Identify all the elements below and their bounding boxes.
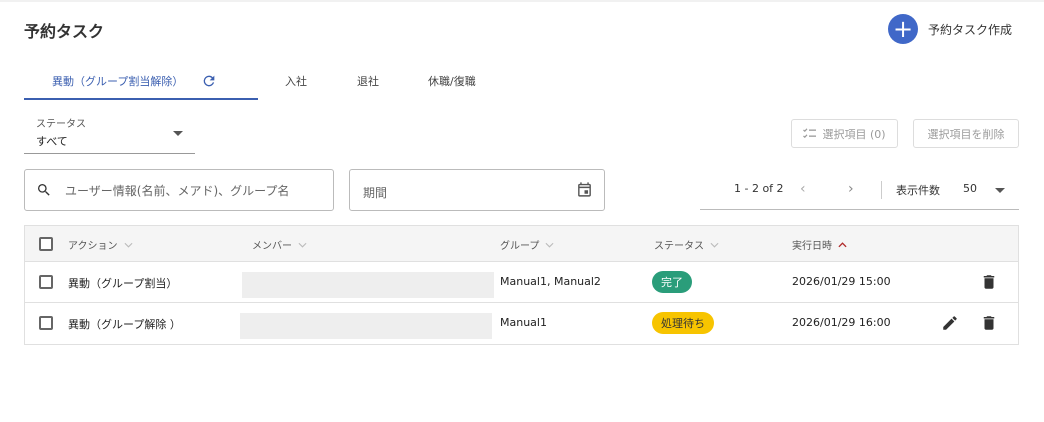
create-reserved-task-button[interactable]: + 予約タスク作成: [888, 14, 1012, 44]
status-filter-select[interactable]: ステータス すべて: [24, 112, 195, 154]
create-reserved-task-label: 予約タスク作成: [928, 22, 1013, 37]
table-header: アクション メンバー グループ ステータス 実行日時: [25, 226, 1018, 262]
period-field[interactable]: 期間: [349, 169, 605, 211]
column-header-member[interactable]: メンバー: [252, 237, 307, 252]
row-datetime: 2026/01/29 16:00: [792, 316, 891, 329]
tab-leave[interactable]: 退社: [357, 62, 379, 100]
column-header-action[interactable]: アクション: [68, 237, 133, 252]
column-header-group[interactable]: グループ: [500, 237, 554, 252]
column-header-datetime-label: 実行日時: [792, 241, 832, 252]
row-action: 異動（グループ割当）: [68, 277, 178, 290]
status-badge: 完了: [652, 271, 692, 293]
tab-join[interactable]: 入社: [285, 62, 307, 100]
selected-items-label: 選択項目 (0): [822, 127, 886, 141]
table-row[interactable]: 異動（グループ解除 ） Manual1 処理待ち 2026/01/29 16:0…: [25, 303, 1018, 344]
pagination-divider: [881, 181, 882, 199]
period-placeholder: 期間: [363, 186, 388, 200]
column-header-action-label: アクション: [68, 241, 118, 252]
task-type-tabs: 異動（グループ割当解除） 入社 退社 休職/復職: [24, 62, 1019, 100]
plus-icon: +: [888, 14, 918, 44]
active-tab-indicator: [24, 98, 258, 100]
page-size-select[interactable]: 50: [950, 170, 1019, 210]
tab-transfer-label: 異動（グループ割当解除）: [52, 75, 184, 88]
reserved-task-table: アクション メンバー グループ ステータス 実行日時 異動（グループ割当） Ma…: [24, 225, 1019, 345]
pagination-range: 1 - 2 of 2: [734, 182, 784, 195]
chevron-down-icon: [173, 131, 183, 136]
chevron-down-icon: [124, 242, 132, 248]
status-badge: 処理待ち: [652, 312, 714, 334]
row-member: [240, 313, 492, 339]
calendar-icon[interactable]: [576, 181, 593, 198]
select-all-checkbox[interactable]: [39, 237, 53, 251]
top-border: [0, 0, 1044, 2]
chevron-right-icon[interactable]: ›: [848, 181, 854, 197]
delete-selected-button[interactable]: 選択項目を削除: [913, 119, 1019, 148]
pencil-icon[interactable]: [941, 314, 959, 332]
chevron-up-icon: [838, 241, 847, 247]
column-header-status-label: ステータス: [654, 241, 704, 252]
chevron-down-icon: [710, 242, 719, 248]
search-field[interactable]: [24, 169, 334, 211]
chevron-down-icon: [545, 242, 554, 248]
column-header-datetime[interactable]: 実行日時: [792, 237, 847, 252]
row-checkbox[interactable]: [39, 316, 53, 330]
column-header-member-label: メンバー: [252, 241, 292, 252]
trash-icon[interactable]: [980, 273, 998, 291]
checklist-icon: [803, 128, 817, 139]
pagination: 1 - 2 of 2 ‹ › 表示件数 50: [700, 170, 1019, 210]
row-action: 異動（グループ解除 ）: [68, 318, 181, 331]
selected-items-button[interactable]: 選択項目 (0): [791, 119, 898, 148]
search-icon: [38, 184, 50, 196]
chevron-down-icon: [995, 188, 1005, 193]
status-filter-value: すべて: [36, 135, 68, 148]
page-size-label: 表示件数: [896, 184, 940, 197]
chevron-left-icon[interactable]: ‹: [800, 181, 806, 197]
refresh-icon[interactable]: [201, 73, 217, 89]
chevron-down-icon: [298, 242, 307, 248]
column-header-status[interactable]: ステータス: [654, 237, 719, 252]
row-checkbox[interactable]: [39, 275, 53, 289]
row-datetime: 2026/01/29 15:00: [792, 275, 891, 288]
status-filter-label: ステータス: [36, 119, 86, 130]
row-group: Manual1: [500, 316, 547, 329]
page-title: 予約タスク: [24, 22, 105, 41]
column-header-group-label: グループ: [500, 241, 540, 252]
trash-icon[interactable]: [980, 314, 998, 332]
tab-leave-of-absence[interactable]: 休職/復職: [428, 62, 476, 100]
page-size-value: 50: [963, 182, 977, 195]
table-row[interactable]: 異動（グループ割当） Manual1, Manual2 完了 2026/01/2…: [25, 262, 1018, 303]
row-member: [242, 272, 494, 298]
row-group: Manual1, Manual2: [500, 275, 601, 288]
search-input[interactable]: [65, 181, 327, 201]
tab-transfer[interactable]: 異動（グループ割当解除）: [52, 62, 217, 100]
